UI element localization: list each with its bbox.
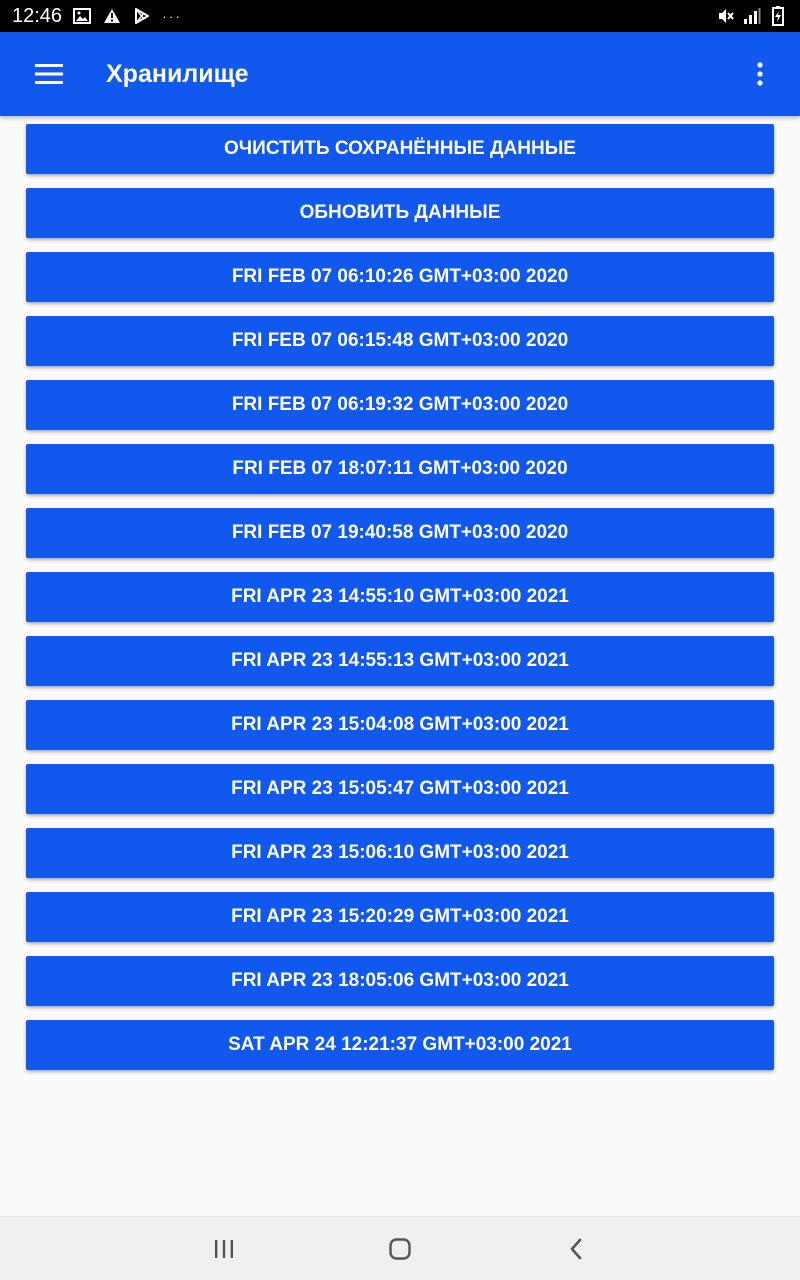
more-vert-icon xyxy=(757,62,763,86)
home-icon xyxy=(389,1238,411,1260)
recent-apps-button[interactable] xyxy=(200,1229,248,1269)
signal-icon xyxy=(742,6,762,26)
saved-entry-button[interactable]: FRI APR 23 18:05:06 GMT+03:00 2021 xyxy=(26,956,774,1006)
navigation-menu-button[interactable] xyxy=(24,54,74,94)
saved-entry-button[interactable]: FRI APR 23 14:55:10 GMT+03:00 2021 xyxy=(26,572,774,622)
more-notifications-indicator: ··· xyxy=(162,8,183,24)
overflow-menu-button[interactable] xyxy=(740,54,780,94)
button-list: ОЧИСТИТЬ СОХРАНЁННЫЕ ДАННЫЕ ОБНОВИТЬ ДАН… xyxy=(26,124,774,1070)
saved-entry-button[interactable]: SAT APR 24 12:21:37 GMT+03:00 2021 xyxy=(26,1020,774,1070)
status-bar: 12:46 ··· xyxy=(0,0,800,32)
warning-icon xyxy=(102,6,122,26)
back-icon xyxy=(570,1238,582,1260)
page-title: Хранилище xyxy=(106,60,249,88)
home-button[interactable] xyxy=(376,1229,424,1269)
status-bar-left: 12:46 ··· xyxy=(12,5,182,28)
system-navigation-bar xyxy=(0,1216,800,1280)
saved-entry-button[interactable]: FRI APR 23 15:20:29 GMT+03:00 2021 xyxy=(26,892,774,942)
saved-entry-button[interactable]: FRI APR 23 15:04:08 GMT+03:00 2021 xyxy=(26,700,774,750)
saved-entry-button[interactable]: FRI APR 23 15:05:47 GMT+03:00 2021 xyxy=(26,764,774,814)
back-button[interactable] xyxy=(552,1229,600,1269)
saved-entry-button[interactable]: FRI APR 23 14:55:13 GMT+03:00 2021 xyxy=(26,636,774,686)
storage-content: ОЧИСТИТЬ СОХРАНЁННЫЕ ДАННЫЕ ОБНОВИТЬ ДАН… xyxy=(0,116,800,1216)
hamburger-menu-icon xyxy=(35,64,63,84)
mute-icon xyxy=(716,6,736,26)
status-time: 12:46 xyxy=(12,4,63,27)
battery-icon xyxy=(768,6,788,26)
saved-entry-button[interactable]: FRI FEB 07 06:15:48 GMT+03:00 2020 xyxy=(26,316,774,366)
saved-entry-button[interactable]: FRI FEB 07 19:40:58 GMT+03:00 2020 xyxy=(26,508,774,558)
refresh-data-button[interactable]: ОБНОВИТЬ ДАННЫЕ xyxy=(26,188,774,238)
play-store-icon xyxy=(132,6,152,26)
saved-entry-button[interactable]: FRI FEB 07 18:07:11 GMT+03:00 2020 xyxy=(26,444,774,494)
clear-saved-data-button[interactable]: ОЧИСТИТЬ СОХРАНЁННЫЕ ДАННЫЕ xyxy=(26,124,774,174)
status-bar-right xyxy=(716,6,788,26)
recent-apps-icon xyxy=(215,1240,233,1258)
saved-entry-button[interactable]: FRI APR 23 15:06:10 GMT+03:00 2021 xyxy=(26,828,774,878)
saved-entry-button[interactable]: FRI FEB 07 06:19:32 GMT+03:00 2020 xyxy=(26,380,774,430)
saved-entry-button[interactable]: FRI FEB 07 06:10:26 GMT+03:00 2020 xyxy=(26,252,774,302)
image-icon xyxy=(72,6,92,26)
app-bar: Хранилище xyxy=(0,32,800,116)
